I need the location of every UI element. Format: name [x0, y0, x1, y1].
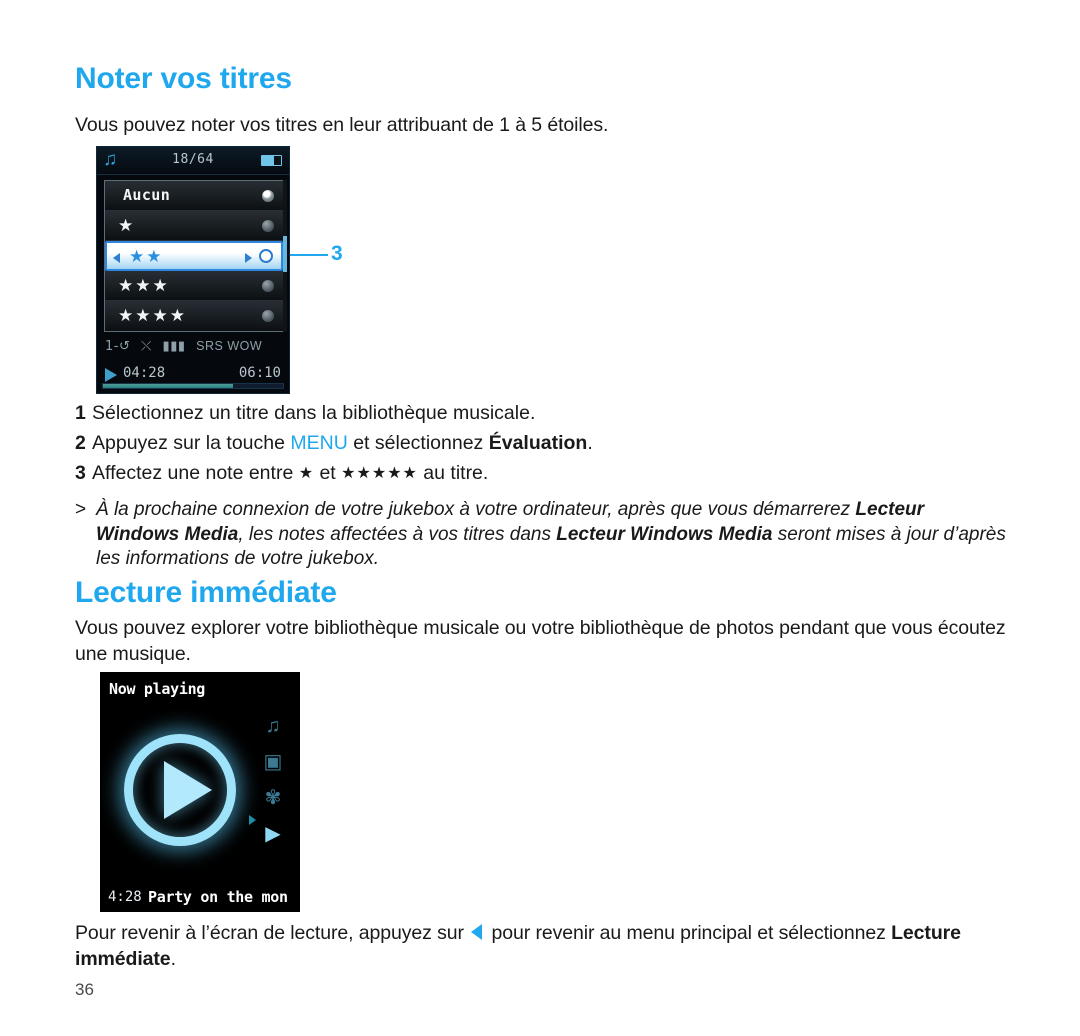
scrollbar[interactable]: [283, 180, 287, 332]
page-title-rate-tracks: Noter vos titres: [75, 62, 292, 95]
battery-icon: [261, 155, 282, 166]
progress-bar[interactable]: [102, 383, 284, 389]
radio-icon[interactable]: [262, 220, 274, 232]
left-arrow-icon: [471, 924, 483, 940]
side-icon-column: ♫ ▣ ✾ ▶: [258, 708, 288, 852]
outro-text-1: Pour revenir à l’écran de lecture, appuy…: [75, 922, 470, 944]
list-item-stars: ★★★: [118, 276, 170, 295]
outro-text-2: pour revenir au menu principal et sélect…: [486, 922, 892, 944]
camera-icon[interactable]: ▣: [258, 744, 288, 780]
radio-icon[interactable]: [262, 280, 274, 292]
device-status-bar: ♫ 18/64: [97, 147, 289, 175]
list-item[interactable]: ★★★★: [105, 301, 283, 331]
list-item-stars: ★★: [129, 247, 164, 266]
intro-paragraph-rate: Vous pouvez noter vos titres en leur att…: [75, 114, 609, 136]
srs-wow-label: SRS WOW: [196, 339, 263, 353]
list-item-selected[interactable]: ★★: [105, 241, 283, 271]
elapsed-time-label: 4:28: [108, 889, 142, 905]
callout-leader-line: [290, 254, 328, 256]
play-icon[interactable]: [105, 368, 117, 382]
step-bold-term: Évaluation: [488, 432, 588, 454]
now-playing-title: Now playing: [109, 680, 206, 698]
step-item-3: 3 Affectez une note entre ★ et ★★★★★ au t…: [75, 458, 975, 489]
page-number: 36: [75, 980, 94, 999]
elapsed-time-label: 04:28: [123, 365, 166, 381]
step-text-mid: et: [314, 462, 342, 484]
list-item-stars: ★★★★: [118, 306, 187, 325]
caret-left-icon: [113, 253, 120, 263]
five-stars-icon: ★★★★★: [341, 465, 418, 482]
step-number: 3: [75, 462, 86, 484]
note-bold-2: Lecteur Windows Media: [556, 523, 773, 545]
note-paragraph: > À la prochaine connexion de votre juke…: [75, 498, 1010, 572]
progress-bar-fill: [103, 384, 233, 388]
caret-right-icon: [249, 815, 256, 825]
list-item[interactable]: ★★★: [105, 271, 283, 301]
manual-page: Noter vos titres Vous pouvez noter vos t…: [0, 0, 1080, 1036]
radio-icon-selected[interactable]: [259, 249, 273, 263]
step-text-mid: et sélectionnez: [347, 432, 489, 454]
device-screen-now-playing: Now playing ♫ ▣ ✾ ▶ 4:28 Party on the mo…: [100, 672, 300, 912]
total-time-label: 06:10: [238, 365, 281, 381]
step-item-1: 1 Sélectionnez un titre dans la bibliothè…: [75, 398, 975, 428]
playback-bar: 04:28 06:10: [97, 365, 289, 385]
caret-right-icon: [245, 253, 252, 263]
radio-icon[interactable]: [262, 310, 274, 322]
callout-number: 3: [331, 242, 343, 265]
step-list: 1 Sélectionnez un titre dans la bibliothè…: [75, 398, 975, 489]
radio-icon[interactable]: [262, 190, 274, 202]
rating-option-list[interactable]: Aucun ★ ★★ ★★★ ★★★★: [104, 180, 284, 332]
list-item-stars: ★: [118, 216, 136, 235]
note-text-1: À la prochaine connexion de votre jukebo…: [96, 499, 856, 520]
track-title-label: Party on the mon: [148, 888, 288, 906]
equalizer-icon: ▮▮▮: [162, 339, 186, 354]
device-screen-rating: ♫ 18/64 Aucun ★ ★★ ★★★ ★★★★ 1-↺ ⤬ ▮▮▮ SR…: [96, 146, 290, 394]
step-text-after: .: [587, 432, 593, 454]
outro-paragraph: Pour revenir à l’écran de lecture, appuy…: [75, 920, 1025, 972]
note-body: À la prochaine connexion de votre jukebo…: [96, 498, 1010, 572]
now-playing-footer: 4:28 Party on the mon: [100, 884, 300, 912]
step-text-before: Affectez une note entre: [92, 462, 299, 484]
one-star-icon: ★: [298, 465, 315, 482]
step-text-after: au titre.: [417, 462, 489, 484]
play-circle-icon[interactable]: [124, 734, 236, 846]
intro-paragraph-now-playing: Vous pouvez explorer votre bibliothèque …: [75, 617, 1006, 665]
step-number: 2: [75, 432, 86, 454]
list-item[interactable]: Aucun: [105, 181, 283, 211]
note-text-2: , les notes affectées à vos titres dans: [238, 523, 557, 545]
step-item-2: 2 Appuyez sur la touche MENU et sélection…: [75, 428, 975, 458]
page-title-now-playing: Lecture immédiate: [75, 576, 337, 609]
gear-icon[interactable]: ✾: [258, 780, 288, 816]
note-marker: >: [75, 499, 87, 520]
step-text: Sélectionnez un titre dans la bibliothèq…: [92, 402, 536, 424]
menu-keyword: MENU: [290, 432, 348, 454]
now-playing-icon[interactable]: ▶: [258, 816, 288, 852]
music-note-icon[interactable]: ♫: [258, 708, 288, 744]
step-text-before: Appuyez sur la touche: [92, 432, 291, 454]
list-item[interactable]: ★: [105, 211, 283, 241]
scrollbar-thumb[interactable]: [283, 236, 287, 272]
playback-mode-icons: 1-↺ ⤬ ▮▮▮ SRS WOW: [105, 339, 262, 354]
repeat-one-icon: 1-↺: [105, 339, 131, 354]
list-item-label: Aucun: [123, 186, 171, 204]
step-number: 1: [75, 402, 86, 424]
outro-text-3: .: [170, 948, 176, 970]
shuffle-icon: ⤬: [141, 339, 152, 354]
play-triangle: [164, 761, 212, 819]
